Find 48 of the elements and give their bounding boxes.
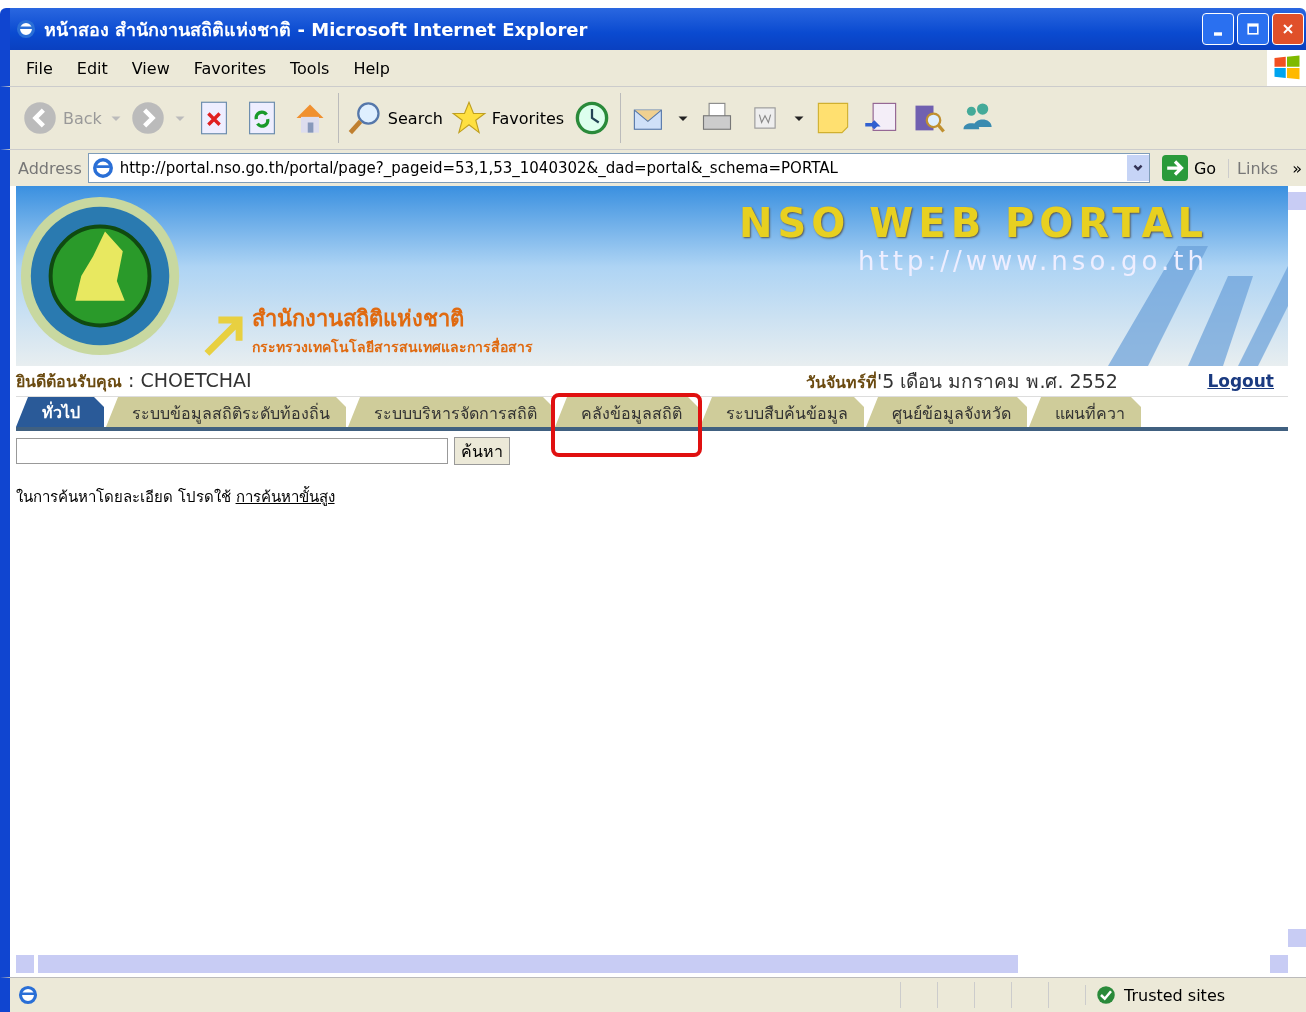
portal-title: NSO WEB PORTAL (738, 200, 1208, 246)
more-button[interactable]: » (1292, 158, 1306, 178)
logout-link[interactable]: Logout (1207, 371, 1274, 391)
history-icon[interactable] (574, 100, 611, 136)
ministry-name: กระทรวงเทคโนโลยีสารสนเทศและการสื่อสาร (252, 336, 533, 357)
maximize-icon (1245, 21, 1261, 37)
address-label: Address (18, 158, 82, 178)
minimize-icon (1214, 32, 1222, 36)
maximize-button[interactable] (1237, 13, 1269, 45)
search-icon (346, 100, 383, 136)
menu-item[interactable]: View (131, 58, 170, 78)
nav-tab[interactable]: ระบบข้อมูลสถิติระดับท้องถิ่น (106, 397, 346, 427)
search-field[interactable] (16, 438, 448, 464)
advanced-search-link[interactable]: การค้นหาขั้นสูง (235, 488, 335, 506)
date-text: วันจันทร์ที่'5 เดือน มกราคม พ.ศ. 2552 (806, 369, 1118, 394)
nav-tab[interactable]: ศูนย์ข้อมูลจังหวัด (866, 397, 1027, 427)
advanced-search-hint: ในการค้นหาโดยละเอียด โปรดใช้ การค้นหาขั้นสูง (16, 485, 336, 508)
menu-item[interactable]: Help (353, 58, 390, 78)
nav-tab[interactable]: แผนที่ควา (1029, 397, 1141, 427)
favorites-button[interactable]: Favorites (450, 100, 565, 136)
links-button[interactable]: Links (1228, 158, 1287, 178)
dropdown-button[interactable] (1126, 155, 1149, 181)
horizontal-scrollbar[interactable] (16, 955, 1288, 973)
minimize-button[interactable] (1202, 13, 1234, 45)
search-button[interactable]: ค้นหา (454, 437, 510, 465)
nav-tab[interactable]: ระบบบริหารจัดการสถิติ (348, 397, 553, 427)
nav-tab[interactable]: ระบบสืบค้นข้อมูล (700, 397, 864, 427)
check-icon (1096, 985, 1116, 1005)
portal-url: http://www.nso.go.th (858, 246, 1208, 276)
nav-tab[interactable]: คลังข้อมูลสถิติ (555, 397, 698, 427)
close-button[interactable] (1272, 13, 1304, 45)
menu-item[interactable]: Tools (290, 58, 330, 78)
address-field[interactable]: http://portal.nso.go.th/portal/page?_pageid=53,1,53_1040302&_dad=portal&_schema=PORTAL (87, 153, 1150, 183)
window-title: หน้าสอง สำนักงานสถิติแห่งชาติ - Microsoft Internet Explorer (44, 17, 589, 42)
page-icon (18, 985, 38, 1005)
page-icon (91, 157, 114, 179)
welcome-text: ยินดีต้อนรับคุณ : CHOETCHAI (16, 368, 253, 394)
zone-text: Trusted sites (1124, 985, 1226, 1005)
forward-button[interactable] (129, 100, 166, 136)
browser-icon (16, 19, 36, 39)
star-icon (450, 100, 487, 136)
menu-item[interactable]: Favorites (193, 58, 266, 78)
menu-item[interactable]: Edit (76, 58, 108, 78)
search-button[interactable]: Search (346, 100, 443, 136)
menu-item[interactable]: File (26, 58, 53, 78)
go-button[interactable]: Go (1155, 155, 1223, 181)
organization-name: สำนักงานสถิติแห่งชาติ (252, 305, 465, 333)
nav-tab[interactable]: ทั่วไป (16, 397, 104, 427)
